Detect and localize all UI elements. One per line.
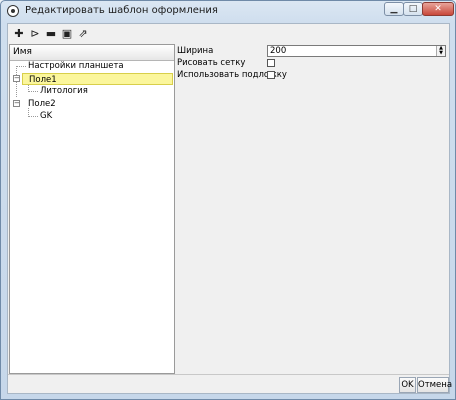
title-bar[interactable]: Редактировать шаблон оформления ▁ □ ✕	[1, 1, 455, 22]
property-row-grid: Рисовать сетку	[175, 58, 449, 69]
tree-item-gk[interactable]: GK	[40, 110, 52, 122]
tree-item-field2[interactable]: Поле2	[28, 98, 56, 110]
width-spinbox[interactable]: 200 ▲ ▼	[267, 45, 446, 57]
tree-item-label: GK	[40, 111, 53, 121]
properties-panel: Ширина 200 ▲ ▼ Рисовать сетку Использоват…	[175, 44, 449, 374]
tree-item-lithology[interactable]: Литология	[40, 85, 88, 97]
maximize-button[interactable]: □	[403, 2, 423, 16]
collapse-toggle[interactable]: −	[13, 100, 20, 107]
add-child-icon: ⊳	[30, 27, 40, 40]
add-icon: ✚	[14, 27, 24, 40]
template-tree[interactable]: Имя Настройки планшета − Поле1 Литология…	[9, 44, 175, 374]
width-label: Ширина	[177, 46, 214, 56]
minimize-icon: ▁	[390, 4, 398, 14]
use-backing-checkbox[interactable]	[267, 71, 275, 79]
tree-item-field1[interactable]: Поле1	[22, 73, 173, 85]
save-icon: ▣	[61, 27, 73, 40]
close-button[interactable]: ✕	[422, 2, 454, 16]
tree-line	[28, 116, 38, 117]
dialog-client: ✚ ⊳ ▬ ▣ ⇗ Имя Настройки планшета − Поле1…	[7, 23, 452, 394]
spin-down-icon[interactable]: ▼	[439, 50, 443, 56]
property-row-backing: Использовать подложку	[175, 70, 449, 81]
tree-item-label: Поле1	[29, 75, 57, 85]
tree-item-tablet-settings[interactable]: Настройки планшета	[28, 60, 124, 72]
add-child-button[interactable]: ⊳	[28, 27, 42, 41]
button-bar: OK Отмена	[8, 374, 452, 394]
window-title: Редактировать шаблон оформления	[25, 5, 218, 16]
collapse-toggle[interactable]: −	[13, 75, 20, 82]
tree-item-label: Поле2	[28, 99, 56, 109]
close-icon: ✕	[434, 4, 442, 14]
open-button[interactable]: ⇗	[76, 27, 90, 41]
toolbar: ✚ ⊳ ▬ ▣ ⇗	[8, 24, 449, 44]
ok-button[interactable]: OK	[399, 377, 416, 393]
tree-line	[28, 91, 38, 92]
tree-item-label: Литология	[40, 86, 88, 96]
tree-column-header[interactable]: Имя	[10, 45, 174, 61]
width-value: 200	[270, 46, 287, 56]
remove-button[interactable]: ▬	[44, 27, 58, 41]
spin-buttons[interactable]: ▲ ▼	[436, 46, 445, 56]
app-eye-icon	[7, 5, 19, 17]
tree-item-label: Настройки планшета	[28, 61, 124, 71]
minimize-button[interactable]: ▁	[384, 2, 404, 16]
draw-grid-label: Рисовать сетку	[177, 58, 246, 68]
save-button[interactable]: ▣	[60, 27, 74, 41]
draw-grid-checkbox[interactable]	[267, 59, 275, 67]
tree-line	[16, 66, 26, 67]
dialog-window: Редактировать шаблон оформления ▁ □ ✕ ✚ …	[0, 0, 456, 400]
remove-icon: ▬	[45, 27, 57, 40]
add-button[interactable]: ✚	[12, 27, 26, 41]
maximize-icon: □	[408, 4, 418, 14]
property-row-width: Ширина 200 ▲ ▼	[175, 45, 449, 58]
open-icon: ⇗	[78, 27, 88, 40]
cancel-button[interactable]: Отмена	[417, 377, 452, 393]
